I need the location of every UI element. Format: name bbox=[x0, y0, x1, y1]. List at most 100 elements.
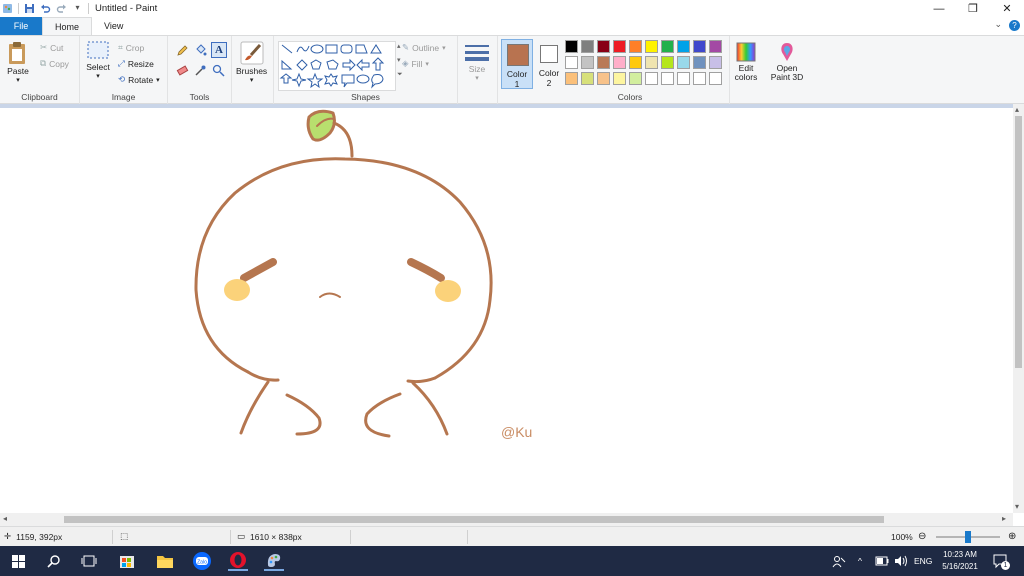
selection-size: ⬚ bbox=[120, 531, 128, 542]
window-title: Untitled - Paint bbox=[95, 3, 158, 14]
fill-button[interactable]: ◈ Fill ▾ bbox=[402, 58, 429, 69]
colors-group: Colors bbox=[460, 36, 730, 104]
brushes-button[interactable]: Brushes ▾ bbox=[236, 40, 267, 84]
scroll-down-icon[interactable]: ▾ bbox=[1015, 502, 1019, 511]
redo-icon[interactable] bbox=[56, 3, 67, 14]
task-view-icon[interactable] bbox=[79, 551, 99, 571]
select-label: Select bbox=[86, 62, 110, 72]
cursor-position-text: 1159, 392px bbox=[16, 531, 63, 542]
windows-start-icon[interactable] bbox=[8, 551, 28, 571]
outline-button[interactable]: ✎ Outline ▾ bbox=[402, 42, 446, 53]
crosshair-icon: ✛ bbox=[4, 531, 12, 541]
scroll-right-icon[interactable]: ▸ bbox=[1002, 514, 1006, 523]
brush-icon bbox=[240, 41, 264, 65]
volume-icon[interactable] bbox=[894, 546, 908, 576]
edit-colors-button[interactable]: Edit colors bbox=[731, 41, 761, 82]
fill-bucket-icon[interactable] bbox=[194, 44, 207, 57]
copy-button[interactable]: ⧉ Copy bbox=[40, 58, 69, 69]
notification-center-icon[interactable]: 1 bbox=[992, 546, 1010, 576]
help-icon[interactable]: ? bbox=[1009, 20, 1020, 31]
crop-icon: ⌗ bbox=[118, 42, 123, 52]
tab-view[interactable]: View bbox=[92, 17, 135, 35]
drawing-canvas[interactable]: @Ku bbox=[0, 104, 1013, 513]
select-button[interactable]: Select ▾ bbox=[86, 40, 110, 80]
clock-date: 5/16/2021 bbox=[942, 562, 978, 571]
store-app-icon[interactable] bbox=[117, 551, 137, 571]
taskbar-clock[interactable]: 10:23 AM 5/16/2021 bbox=[938, 549, 982, 573]
save-icon[interactable] bbox=[24, 3, 35, 14]
people-icon[interactable] bbox=[832, 546, 846, 576]
cut-label: Cut bbox=[50, 42, 64, 53]
paste-button[interactable]: Paste ▾ bbox=[6, 40, 30, 84]
selection-icon: ⬚ bbox=[120, 531, 129, 541]
signature-text: @Ku bbox=[501, 424, 532, 440]
crop-label: Crop bbox=[125, 42, 145, 53]
shapes-gallery-icons bbox=[279, 44, 385, 89]
stem bbox=[332, 121, 354, 158]
close-button[interactable]: ✕ bbox=[990, 0, 1024, 17]
cut-button[interactable]: ✂ Cut bbox=[40, 42, 63, 53]
horizontal-scrollbar[interactable]: ◂ ▸ bbox=[0, 513, 1013, 526]
resize-icon: ⤢ bbox=[118, 58, 125, 68]
minimize-button[interactable]: — bbox=[922, 0, 956, 17]
zoom-in-icon[interactable]: ⊕ bbox=[1008, 531, 1016, 542]
zoom-slider-thumb[interactable] bbox=[965, 531, 971, 543]
horizontal-scroll-thumb[interactable] bbox=[64, 516, 884, 523]
outline-label: Outline bbox=[412, 42, 440, 53]
scissors-icon: ✂ bbox=[40, 42, 48, 52]
scroll-up-icon[interactable]: ▴ bbox=[1015, 105, 1019, 114]
opera-browser-icon[interactable] bbox=[228, 551, 248, 571]
undo-icon[interactable] bbox=[40, 3, 51, 14]
right-arm bbox=[364, 392, 402, 438]
copy-icon: ⧉ bbox=[40, 58, 47, 68]
quick-access-toolbar: ▾ bbox=[0, 0, 89, 17]
search-icon[interactable] bbox=[44, 551, 64, 571]
input-language-indicator[interactable]: ENG bbox=[914, 546, 932, 576]
show-hidden-icons-icon[interactable]: ^ bbox=[858, 546, 862, 576]
color-picker-icon[interactable] bbox=[194, 64, 207, 77]
mouth bbox=[319, 292, 341, 298]
rotate-label: Rotate bbox=[128, 74, 154, 85]
colors-group-label: Colors bbox=[617, 92, 643, 102]
canvas-top-border bbox=[0, 104, 1013, 108]
vertical-scrollbar[interactable]: ▴ ▾ bbox=[1013, 104, 1024, 513]
copy-label: Copy bbox=[49, 58, 69, 69]
rotate-icon: ⟲ bbox=[118, 74, 126, 84]
zoom-out-icon[interactable]: ⊖ bbox=[918, 531, 926, 542]
status-bar: ✛ 1159, 392px ⬚ ▭ 1610 × 838px 100% ⊖ ⊕ bbox=[0, 526, 1024, 546]
svg-text:Zalo: Zalo bbox=[197, 560, 207, 566]
paste-icon bbox=[9, 42, 25, 64]
image-size-icon: ▭ bbox=[237, 531, 246, 541]
magnifier-icon[interactable] bbox=[212, 64, 225, 77]
text-tool-icon[interactable]: A bbox=[211, 42, 227, 58]
tab-file[interactable]: File bbox=[0, 17, 42, 35]
collapse-ribbon-icon[interactable]: ⌄ bbox=[994, 19, 1002, 30]
zalo-app-icon[interactable]: Zalo bbox=[192, 551, 212, 571]
ribbon-tabs: File Home View ⌄ ? bbox=[0, 17, 1024, 35]
paint-taskbar-icon[interactable] bbox=[264, 551, 284, 571]
shapes-more-icon[interactable]: ⏷ bbox=[397, 71, 403, 79]
scroll-left-icon[interactable]: ◂ bbox=[3, 514, 7, 523]
resize-button[interactable]: ⤢ Resize bbox=[118, 58, 154, 69]
battery-icon[interactable] bbox=[875, 546, 889, 576]
rotate-button[interactable]: ⟲ Rotate ▾ bbox=[118, 74, 160, 85]
shapes-gallery[interactable] bbox=[278, 41, 396, 91]
canvas-area[interactable]: @Ku bbox=[0, 104, 1013, 513]
windows-taskbar: Zalo ^ ENG 10:23 AM 5/16/2021 1 bbox=[0, 546, 1024, 576]
vertical-scroll-thumb[interactable] bbox=[1015, 116, 1022, 368]
customize-qat-icon[interactable]: ▾ bbox=[72, 3, 83, 14]
crop-button[interactable]: ⌗ Crop bbox=[118, 42, 144, 53]
file-explorer-icon[interactable] bbox=[155, 551, 175, 571]
shapes-scroll-down-icon[interactable]: ▾ bbox=[397, 56, 401, 64]
tab-home[interactable]: Home bbox=[42, 17, 93, 35]
restore-button[interactable]: ❐ bbox=[956, 0, 990, 17]
eraser-icon[interactable] bbox=[176, 64, 189, 77]
ribbon: Paste ▾ ✂ Cut ⧉ Copy Clipboard Select ▾ … bbox=[0, 35, 1024, 104]
clipboard-group-label: Clipboard bbox=[21, 92, 58, 102]
paint-app-icon[interactable] bbox=[2, 3, 13, 14]
pencil-icon[interactable] bbox=[176, 44, 189, 57]
image-size: ▭ 1610 × 838px bbox=[237, 531, 302, 542]
shapes-scroll-up-icon[interactable]: ▴ bbox=[397, 42, 401, 50]
open-paint3d-button[interactable]: Open Paint 3D bbox=[768, 41, 806, 82]
left-eye bbox=[240, 258, 277, 282]
